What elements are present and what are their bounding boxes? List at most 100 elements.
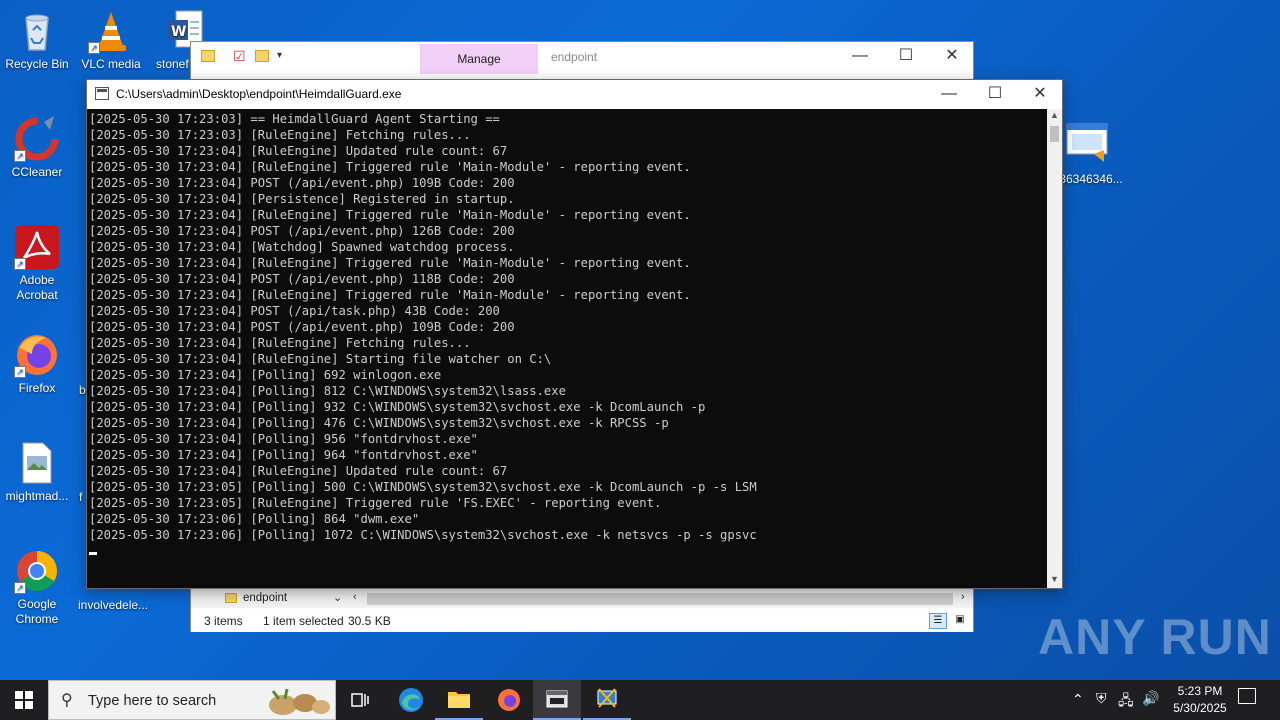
hscroll-right-icon[interactable]: › bbox=[961, 591, 965, 603]
new-folder-icon[interactable] bbox=[255, 50, 269, 62]
console-line: [2025-05-30 17:23:06] [Polling] 864 "dwm… bbox=[89, 512, 420, 526]
taskbar: ⚲ Type here to search ⌃ ⛨ 🖧 🔊 5:23 PM 5/… bbox=[0, 680, 1280, 720]
system-tray: ⌃ ⛨ 🖧 🔊 5:23 PM 5/30/2025 bbox=[1066, 680, 1280, 720]
desktop-icon-firefox[interactable]: ↗ Firefox bbox=[0, 332, 74, 396]
shortcut-arrow-icon: ↗ bbox=[14, 258, 26, 270]
explorer-close-button[interactable]: ✕ bbox=[929, 42, 975, 72]
console-vertical-scrollbar[interactable]: ▲ ▼ bbox=[1047, 109, 1062, 588]
details-view-icon[interactable]: ☰ bbox=[929, 613, 947, 629]
recycle-bin-icon bbox=[14, 8, 60, 54]
explorer-minimize-button[interactable]: — bbox=[837, 42, 883, 72]
explorer-titlebar[interactable]: ☑ ▾ Manage endpoint — ☐ ✕ bbox=[191, 42, 973, 80]
folder-icon bbox=[225, 593, 237, 603]
desktop-icon-label-partial: f bbox=[79, 490, 83, 504]
console-line: [2025-05-30 17:23:04] [Polling] 476 C:\W… bbox=[89, 416, 669, 430]
console-line: [2025-05-30 17:23:04] [Polling] 692 winl… bbox=[89, 368, 442, 382]
shortcut-arrow-icon: ↗ bbox=[14, 366, 26, 378]
customize-dropdown-icon[interactable]: ▾ bbox=[277, 50, 282, 61]
taskbar-edge-button[interactable] bbox=[387, 680, 435, 720]
tray-network-icon[interactable]: 🖧 bbox=[1118, 690, 1134, 714]
console-titlebar[interactable]: C:\Users\admin\Desktop\endpoint\Heimdall… bbox=[87, 80, 1062, 109]
chevron-down-icon[interactable]: ⌄ bbox=[333, 591, 342, 604]
desktop-icon-adobe-acrobat[interactable]: ↗ Adobe Acrobat bbox=[0, 224, 74, 303]
console-line: [2025-05-30 17:23:04] [RuleEngine] Trigg… bbox=[89, 160, 691, 174]
console-line: [2025-05-30 17:23:06] [Polling] 1072 C:\… bbox=[89, 528, 757, 542]
status-item-count: 3 items bbox=[204, 614, 243, 628]
desktop-icon-image-file[interactable]: mightmad... bbox=[0, 440, 74, 504]
shortcut-arrow-icon: ↗ bbox=[14, 150, 26, 162]
notification-center-icon[interactable] bbox=[1238, 688, 1256, 704]
desktop-icon-label: mightmad... bbox=[5, 489, 69, 503]
tray-clock-time[interactable]: 5:23 PM bbox=[1173, 684, 1227, 698]
desktop-icon-recycle-bin[interactable]: Recycle Bin bbox=[0, 8, 74, 72]
console-line: [2025-05-30 17:23:04] [RuleEngine] Trigg… bbox=[89, 288, 691, 302]
console-line: [2025-05-30 17:23:04] POST (/api/task.ph… bbox=[89, 304, 500, 318]
firefox-icon: ↗ bbox=[14, 332, 60, 378]
desktop-icon-vlc[interactable]: ↗ VLC media bbox=[74, 8, 148, 72]
tray-chevron-up-icon[interactable]: ⌃ bbox=[1072, 691, 1084, 708]
program-window-icon bbox=[1064, 120, 1110, 166]
horizontal-scrollbar[interactable] bbox=[367, 593, 953, 605]
desktop-icon-label-partial: b bbox=[79, 383, 86, 397]
explorer-maximize-button[interactable]: ☐ bbox=[883, 42, 929, 72]
taskbar-search-box[interactable]: ⚲ Type here to search bbox=[48, 680, 336, 720]
scroll-down-icon[interactable]: ▼ bbox=[1050, 574, 1059, 584]
explorer-statusbar: 3 items 1 item selected 30.5 KB ☰ ▣ bbox=[191, 610, 973, 632]
start-button[interactable] bbox=[0, 680, 48, 720]
shortcut-arrow-icon: ↗ bbox=[88, 42, 100, 54]
tray-clock-date[interactable]: 5/30/2025 bbox=[1166, 701, 1234, 715]
nav-pane-folder-endpoint[interactable]: endpoint bbox=[243, 592, 287, 604]
desktop-icon-right[interactable]: 36346346... bbox=[1056, 120, 1126, 187]
console-line: [2025-05-30 17:23:05] [RuleEngine] Trigg… bbox=[89, 496, 662, 510]
taskbar-firefox-button[interactable] bbox=[485, 680, 533, 720]
status-selection: 1 item selected bbox=[263, 614, 344, 628]
taskbar-file-explorer-button[interactable] bbox=[435, 680, 483, 720]
console-minimize-button[interactable]: — bbox=[926, 80, 972, 110]
console-line: [2025-05-30 17:23:04] [RuleEngine] Start… bbox=[89, 352, 552, 366]
console-line: [2025-05-30 17:23:04] [Polling] 812 C:\W… bbox=[89, 384, 566, 398]
folder-icon bbox=[448, 692, 470, 708]
console-line: [2025-05-30 17:23:04] [RuleEngine] Trigg… bbox=[89, 256, 691, 270]
desktop-icon-word-doc[interactable]: W stonef bbox=[138, 8, 203, 72]
tray-volume-icon[interactable]: 🔊 bbox=[1142, 690, 1159, 707]
console-app-icon bbox=[95, 87, 109, 100]
console-window[interactable]: C:\Users\admin\Desktop\endpoint\Heimdall… bbox=[86, 79, 1063, 589]
task-view-button[interactable] bbox=[336, 680, 384, 720]
console-line: [2025-05-30 17:23:04] [Persistence] Regi… bbox=[89, 192, 515, 206]
desktop-icon-label: VLC media bbox=[81, 57, 141, 71]
ccleaner-icon: ↗ bbox=[14, 116, 60, 162]
console-line: [2025-05-30 17:23:04] [RuleEngine] Updat… bbox=[89, 464, 508, 478]
taskbar-console-button[interactable] bbox=[533, 680, 581, 720]
status-size: 30.5 KB bbox=[348, 614, 391, 628]
desktop-icon-label: stonef bbox=[156, 57, 189, 71]
properties-check-icon[interactable]: ☑ bbox=[233, 48, 246, 65]
manage-ribbon-tab[interactable]: Manage bbox=[420, 44, 538, 74]
console-line: [2025-05-30 17:23:04] POST (/api/event.p… bbox=[89, 176, 515, 190]
task-view-icon bbox=[351, 693, 369, 707]
adobe-acrobat-icon: ↗ bbox=[14, 224, 60, 270]
tray-security-icon[interactable]: ⛨ bbox=[1096, 690, 1107, 707]
console-window-icon bbox=[546, 690, 568, 708]
desktop-icon-google-chrome[interactable]: ↗ Google Chrome bbox=[0, 548, 74, 627]
scroll-up-icon[interactable]: ▲ bbox=[1050, 110, 1059, 120]
console-close-button[interactable]: ✕ bbox=[1017, 80, 1063, 110]
console-line: [2025-05-30 17:23:04] [Polling] 964 "fon… bbox=[89, 448, 478, 462]
large-icons-view-icon[interactable]: ▣ bbox=[951, 613, 969, 629]
taskbar-app-button[interactable] bbox=[583, 680, 631, 720]
desktop-icon-label: CCleaner bbox=[11, 165, 63, 179]
edge-icon bbox=[399, 688, 423, 712]
search-placeholder: Type here to search bbox=[88, 693, 217, 709]
console-maximize-button[interactable]: ☐ bbox=[972, 80, 1018, 110]
explorer-bottom-row: endpoint ⌄ ‹ › bbox=[191, 588, 973, 608]
console-title: C:\Users\admin\Desktop\endpoint\Heimdall… bbox=[116, 87, 402, 101]
desktop-icon-ccleaner[interactable]: ↗ CCleaner bbox=[0, 116, 74, 180]
quick-access-folder-icon[interactable] bbox=[201, 50, 215, 62]
anyrun-watermark: ANY RUN bbox=[1038, 609, 1272, 665]
hscroll-left-icon[interactable]: ‹ bbox=[353, 591, 357, 603]
console-output[interactable]: [2025-05-30 17:23:03] == HeimdallGuard A… bbox=[87, 109, 1047, 588]
svg-text:W: W bbox=[171, 24, 186, 40]
firefox-icon bbox=[498, 689, 520, 711]
console-log-lines: [2025-05-30 17:23:03] == HeimdallGuard A… bbox=[89, 111, 757, 543]
chrome-icon: ↗ bbox=[14, 548, 60, 594]
scroll-thumb[interactable] bbox=[1050, 126, 1059, 142]
